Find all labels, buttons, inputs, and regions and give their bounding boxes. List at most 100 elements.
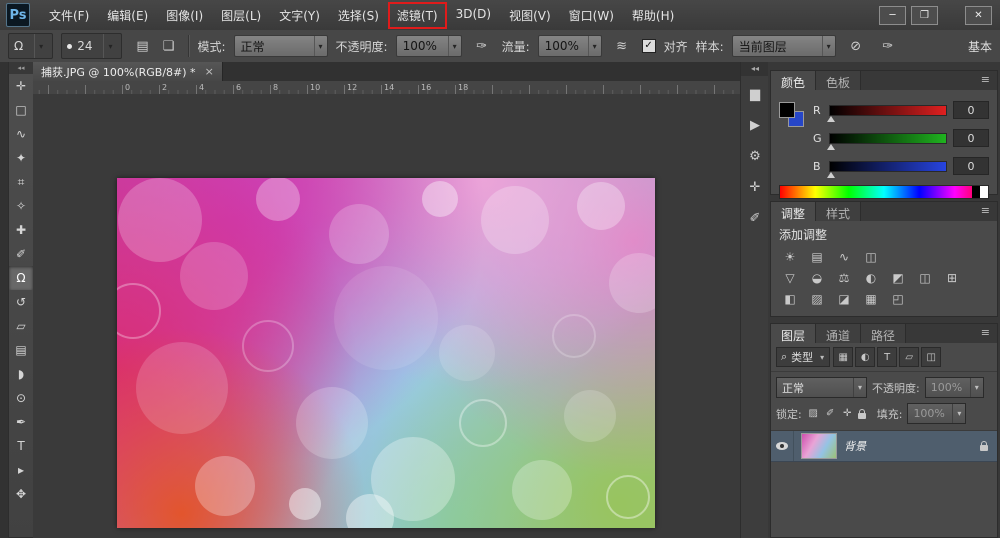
menu-item-3d[interactable]: 3D(D) [447,2,500,29]
tool-type[interactable]: T [9,434,33,458]
tool-quick-selection[interactable]: ✦ [9,146,33,170]
exposure-icon[interactable]: ◫ [860,248,882,265]
layer-blend-mode-dropdown[interactable]: 正常 ▾ [776,377,867,398]
flow-dropdown[interactable]: 100% ▾ [537,35,602,57]
close-icon[interactable]: × [205,65,214,78]
layer-thumbnail[interactable] [801,433,837,459]
tool-dodge[interactable]: ⊙ [9,386,33,410]
airbrush-icon[interactable]: ≋ [610,35,634,57]
layer-filter-dropdown[interactable]: ⌕ 类型 ▾ [776,347,831,367]
tool-path-selection[interactable]: ▸ [9,458,33,482]
tool-lasso[interactable]: ∿ [9,122,33,146]
posterize-icon[interactable]: ▨ [806,290,828,307]
properties-panel-icon[interactable]: ⚙ [741,143,769,169]
menu-item-type[interactable]: 文字(Y) [270,2,329,29]
threshold-icon[interactable]: ◪ [833,290,855,307]
menu-item-layer[interactable]: 图层(L) [212,2,270,29]
color-balance-icon[interactable]: ⚖ [833,269,855,286]
toggle-clone-source-panel-icon[interactable]: ❏ [156,35,180,57]
channel-value[interactable]: 0 [953,129,989,147]
lock-transparency-icon[interactable]: ▨ [807,408,820,419]
vibrance-icon[interactable]: ▽ [779,269,801,286]
panel-menu-icon[interactable]: ≡ [981,202,997,221]
filter-smart-objects-icon[interactable]: ◫ [921,347,942,367]
minimize-button[interactable]: ─ [879,6,906,25]
tool-clone-stamp[interactable]: Ω [9,266,33,290]
channel-mixer-icon[interactable]: ◫ [914,269,936,286]
levels-icon[interactable]: ▤ [806,248,828,265]
tool-spot-healing-brush[interactable]: ✚ [9,218,33,242]
tab-swatches[interactable]: 色板 [816,71,862,90]
menu-item-view[interactable]: 视图(V) [500,2,560,29]
color-lookup-icon[interactable]: ⊞ [941,269,963,286]
tab-layers[interactable]: 图层 [771,324,817,343]
blend-mode-dropdown[interactable]: 正常 ▾ [233,35,328,57]
tab-channels[interactable]: 通道 [816,324,862,343]
slider-thumb-icon[interactable] [827,171,835,178]
filter-adjustment-layers-icon[interactable]: ◐ [855,347,876,367]
pasteboard[interactable] [33,94,740,538]
canvas-image[interactable] [117,178,655,528]
photo-filter-icon[interactable]: ◩ [887,269,909,286]
tool-preset-picker[interactable]: Ω ▾ [8,33,54,59]
sample-dropdown[interactable]: 当前图层 ▾ [731,35,836,57]
channel-slider[interactable] [827,132,947,150]
layer-fill-dropdown[interactable]: 100% ▾ [907,403,967,424]
tab-color[interactable]: 颜色 [771,71,817,90]
black-white-swatches[interactable] [972,186,988,198]
lock-all-icon[interactable] [857,408,866,419]
filter-type-layers-icon[interactable]: T [877,347,898,367]
filter-shape-layers-icon[interactable]: ▱ [899,347,920,367]
tool-gradient[interactable]: ▤ [9,338,33,362]
toggle-brush-panel-icon[interactable]: ▤ [130,35,154,57]
layer-opacity-dropdown[interactable]: 100% ▾ [924,377,984,398]
menu-item-help[interactable]: 帮助(H) [623,2,683,29]
tab-adjustments[interactable]: 调整 [771,202,817,221]
panel-strip-collapse-icon[interactable]: ◂◂ [741,62,769,76]
layer-visibility-toggle[interactable] [771,431,794,461]
channel-value[interactable]: 0 [953,101,989,119]
tool-rectangular-marquee[interactable]: □ [9,98,33,122]
tool-blur[interactable]: ◗ [9,362,33,386]
color-spectrum-ramp[interactable] [779,185,989,199]
black-white-icon[interactable]: ◐ [860,269,882,286]
tab-styles[interactable]: 样式 [816,202,862,221]
menu-item-filter[interactable]: 滤镜(T) [387,1,447,29]
histogram-panel-icon[interactable]: ▆ [741,81,769,107]
document-tab[interactable]: 捕获.JPG @ 100%(RGB/8#) * × [33,62,223,81]
menu-item-image[interactable]: 图像(I) [157,2,212,29]
brush-preset-picker[interactable]: 24 ▾ [61,33,123,59]
lock-position-icon[interactable]: ✛ [841,408,854,419]
foreground-background-swatches[interactable] [779,102,805,128]
brush-settings-panel-icon[interactable]: ✐ [741,205,769,231]
channel-value[interactable]: 0 [953,157,989,175]
tool-brush[interactable]: ✐ [9,242,33,266]
filter-pixel-layers-icon[interactable]: ▦ [833,347,854,367]
menu-item-select[interactable]: 选择(S) [329,2,388,29]
gradient-map-icon[interactable]: ▦ [860,290,882,307]
tool-move[interactable]: ✛ [9,74,33,98]
actions-panel-icon[interactable]: ▶ [741,112,769,138]
layer-row[interactable]: 背景 [771,431,997,462]
close-button[interactable]: ✕ [965,6,992,25]
invert-icon[interactable]: ◧ [779,290,801,307]
pressure-size-icon[interactable]: ✑ [876,35,900,57]
pressure-opacity-icon[interactable]: ✑ [470,35,494,57]
panel-menu-icon[interactable]: ≡ [981,324,997,343]
tool-eraser[interactable]: ▱ [9,314,33,338]
maximize-button[interactable]: ❐ [911,6,938,25]
opacity-dropdown[interactable]: 100% ▾ [395,35,462,57]
tool-eyedropper[interactable]: ✧ [9,194,33,218]
align-checkbox[interactable]: ✓ [641,39,656,53]
tab-paths[interactable]: 路径 [861,324,907,343]
channel-slider[interactable] [827,104,947,122]
tool-crop[interactable]: ⌗ [9,170,33,194]
slider-thumb-icon[interactable] [827,115,835,122]
panel-menu-icon[interactable]: ≡ [981,71,997,90]
brightness-contrast-icon[interactable]: ☀ [779,248,801,265]
curves-icon[interactable]: ∿ [833,248,855,265]
slider-thumb-icon[interactable] [827,143,835,150]
lock-pixels-icon[interactable]: ✐ [824,408,837,419]
selective-color-icon[interactable]: ◰ [887,290,909,307]
info-panel-icon[interactable]: ✛ [741,174,769,200]
